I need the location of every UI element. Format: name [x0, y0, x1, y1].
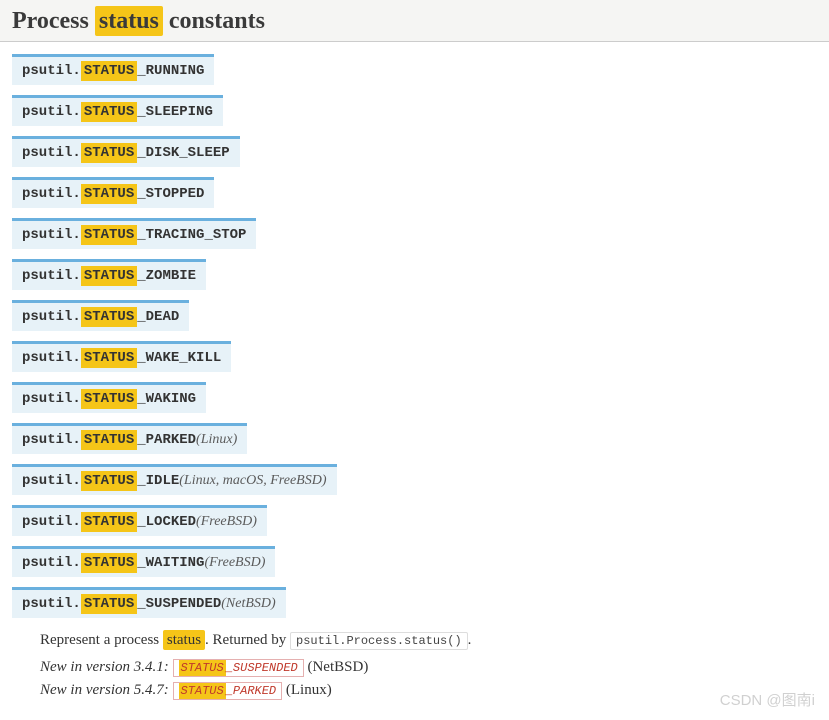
constant-signature: psutil.STATUS_SLEEPING	[12, 95, 223, 126]
constant-suffix: _WAKING	[137, 391, 196, 407]
module-prefix: psutil.	[22, 63, 81, 79]
highlighted-term: STATUS	[81, 266, 137, 286]
module-prefix: psutil.	[22, 268, 81, 284]
code-literal[interactable]: psutil.Process.status()	[290, 632, 468, 650]
constant-suffix: _ZOMBIE	[137, 268, 196, 284]
highlighted-term: STATUS	[81, 102, 137, 122]
module-prefix: psutil.	[22, 555, 81, 571]
module-prefix: psutil.	[22, 432, 81, 448]
module-prefix: psutil.	[22, 227, 81, 243]
constant-suffix: _IDLE	[137, 473, 179, 489]
constant-suffix: _RUNNING	[137, 63, 204, 79]
platform-label: Linux, macOS, FreeBSD	[184, 473, 322, 488]
highlighted-term: STATUS	[81, 389, 137, 409]
version-added: New in version 5.4.7: STATUS_PARKED (Lin…	[40, 682, 817, 699]
constant-suffix: _PARKED	[226, 684, 276, 698]
highlighted-term: STATUS	[81, 348, 137, 368]
constant-description: Represent a process status. Returned by …	[40, 632, 817, 699]
constant-signature: psutil.STATUS_DISK_SLEEP	[12, 136, 240, 167]
platform-label: FreeBSD	[209, 555, 261, 570]
constant-signature: psutil.STATUS_SUSPENDED(NetBSD)	[12, 587, 286, 618]
paren-close: )	[233, 432, 238, 447]
constant-signature: psutil.STATUS_STOPPED	[12, 177, 214, 208]
constant-signature: psutil.STATUS_RUNNING	[12, 54, 214, 85]
constant-signature: psutil.STATUS_WAKE_KILL	[12, 341, 231, 372]
constant-suffix: _PARKED	[137, 432, 196, 448]
desc-text: Represent a process	[40, 632, 163, 648]
version-label: New in version 3.4.1:	[40, 659, 173, 675]
highlighted-term: status	[163, 630, 205, 650]
highlighted-term: STATUS	[81, 553, 137, 573]
module-prefix: psutil.	[22, 104, 81, 120]
constant-signature: psutil.STATUS_WAITING(FreeBSD)	[12, 546, 275, 577]
version-added: New in version 3.4.1: STATUS_SUSPENDED (…	[40, 659, 817, 676]
constant-suffix: _STOPPED	[137, 186, 204, 202]
constant-signature: psutil.STATUS_TRACING_STOP	[12, 218, 256, 249]
highlighted-term: STATUS	[81, 61, 137, 81]
constant-suffix: _WAITING	[137, 555, 204, 571]
highlighted-term: STATUS	[81, 307, 137, 327]
version-platform: (NetBSD)	[304, 659, 369, 675]
platform-label: NetBSD	[226, 596, 271, 611]
module-prefix: psutil.	[22, 514, 81, 530]
constant-signature: psutil.STATUS_WAKING	[12, 382, 206, 413]
definition-list: psutil.STATUS_RUNNINGpsutil.STATUS_SLEEP…	[12, 54, 817, 699]
module-prefix: psutil.	[22, 473, 81, 489]
definition-list-container: psutil.STATUS_RUNNINGpsutil.STATUS_SLEEP…	[0, 42, 829, 699]
version-constant[interactable]: STATUS_SUSPENDED	[173, 659, 304, 677]
constant-suffix: _SUSPENDED	[137, 596, 221, 612]
description-paragraph: Represent a process status. Returned by …	[40, 632, 817, 649]
highlighted-term: STATUS	[179, 660, 226, 676]
constant-signature: psutil.STATUS_DEAD	[12, 300, 189, 331]
paren-close: )	[261, 555, 266, 570]
platform-label: Linux	[201, 432, 233, 447]
constant-suffix: _SLEEPING	[137, 104, 213, 120]
module-prefix: psutil.	[22, 309, 81, 325]
paren-close: )	[271, 596, 276, 611]
section-heading: Process status constants	[0, 0, 829, 42]
heading-highlight: status	[95, 6, 163, 36]
constant-suffix: _WAKE_KILL	[137, 350, 221, 366]
module-prefix: psutil.	[22, 145, 81, 161]
constant-signature: psutil.STATUS_IDLE(Linux, macOS, FreeBSD…	[12, 464, 337, 495]
desc-text: . Returned by	[205, 632, 290, 648]
constant-suffix: _DISK_SLEEP	[137, 145, 229, 161]
highlighted-term: STATUS	[81, 430, 137, 450]
constant-suffix: _LOCKED	[137, 514, 196, 530]
paren-close: )	[322, 473, 327, 488]
constant-signature: psutil.STATUS_ZOMBIE	[12, 259, 206, 290]
highlighted-term: STATUS	[81, 143, 137, 163]
highlighted-term: STATUS	[81, 512, 137, 532]
module-prefix: psutil.	[22, 350, 81, 366]
module-prefix: psutil.	[22, 596, 81, 612]
highlighted-term: STATUS	[81, 471, 137, 491]
paren-close: )	[252, 514, 257, 529]
constant-suffix: _DEAD	[137, 309, 179, 325]
heading-pre: Process	[12, 8, 95, 34]
highlighted-term: STATUS	[179, 683, 226, 699]
highlighted-term: STATUS	[81, 225, 137, 245]
version-constant[interactable]: STATUS_PARKED	[173, 682, 283, 700]
constant-signature: psutil.STATUS_LOCKED(FreeBSD)	[12, 505, 267, 536]
module-prefix: psutil.	[22, 186, 81, 202]
constant-suffix: _SUSPENDED	[226, 661, 298, 675]
desc-text: .	[468, 632, 472, 648]
highlighted-term: STATUS	[81, 184, 137, 204]
module-prefix: psutil.	[22, 391, 81, 407]
version-label: New in version 5.4.7:	[40, 682, 173, 698]
version-platform: (Linux)	[282, 682, 332, 698]
platform-label: FreeBSD	[201, 514, 253, 529]
constant-suffix: _TRACING_STOP	[137, 227, 246, 243]
highlighted-term: STATUS	[81, 594, 137, 614]
heading-post: constants	[163, 8, 265, 34]
constant-signature: psutil.STATUS_PARKED(Linux)	[12, 423, 247, 454]
